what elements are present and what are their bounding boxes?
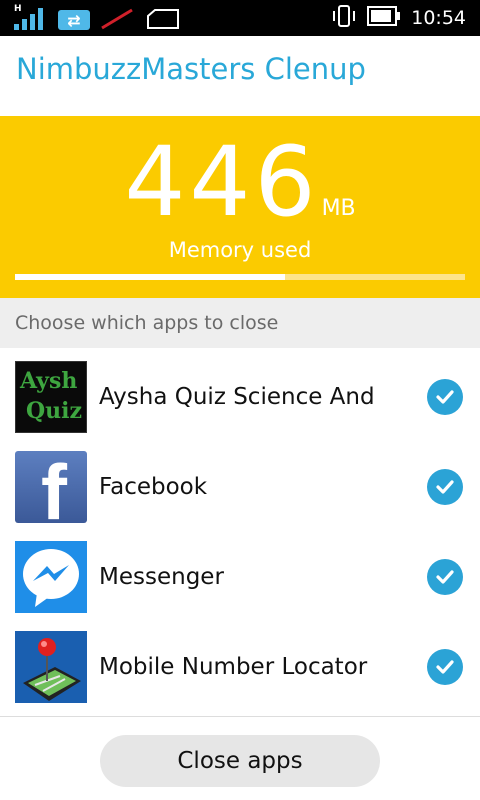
section-header: Choose which apps to close: [0, 298, 480, 348]
app-row-mobile-number-locator[interactable]: Mobile Number Locator: [0, 618, 480, 708]
app-row-messenger[interactable]: Messenger: [0, 528, 480, 618]
signal-icon: H: [14, 4, 50, 30]
app-name: Mobile Number Locator: [99, 654, 368, 680]
mobile-number-locator-icon: [15, 631, 87, 703]
check-icon[interactable]: [427, 469, 463, 505]
app-name: Messenger: [99, 564, 224, 590]
app-row-facebook[interactable]: f Facebook: [0, 438, 480, 528]
app-row-aysha-quiz[interactable]: Aysh Quiz Aysha Quiz Science And: [0, 348, 480, 438]
memory-unit: MB: [321, 196, 356, 221]
clock: 10:54: [411, 7, 466, 29]
facebook-icon: f: [15, 451, 87, 523]
close-apps-button[interactable]: Close apps: [100, 735, 380, 787]
no-sim-icon: [98, 6, 138, 30]
app-name: Facebook: [99, 474, 208, 500]
aysha-quiz-icon: Aysh Quiz: [15, 361, 87, 433]
app-title: NimbuzzMasters Clenup: [16, 52, 366, 86]
status-bar: H ⇄ 10:54: [0, 0, 480, 36]
divider: [0, 716, 480, 717]
check-icon[interactable]: [427, 649, 463, 685]
memory-label: Memory used: [168, 238, 312, 262]
aysha-quiz-icon-text-line2: Quiz: [26, 398, 83, 424]
data-transfer-icon: ⇄: [58, 10, 90, 30]
battery-icon: [367, 5, 401, 31]
app-name: Aysha Quiz Science And: [99, 384, 375, 410]
check-icon[interactable]: [427, 559, 463, 595]
messenger-icon: [15, 541, 87, 613]
vibrate-icon: [331, 4, 357, 32]
network-type-label: H: [14, 4, 22, 14]
section-header-label: Choose which apps to close: [15, 312, 279, 334]
sim-slot-icon: [146, 8, 180, 30]
aysha-quiz-icon-text-line1: Aysh: [20, 368, 78, 394]
check-icon[interactable]: [427, 379, 463, 415]
memory-value: 446: [124, 126, 320, 238]
facebook-icon-letter: f: [41, 451, 67, 523]
memory-value-group: 446MB: [0, 134, 480, 230]
memory-panel: 446MB Memory used: [0, 116, 480, 298]
memory-progress-fill: [15, 274, 285, 280]
memory-progress-bar: [15, 274, 465, 280]
